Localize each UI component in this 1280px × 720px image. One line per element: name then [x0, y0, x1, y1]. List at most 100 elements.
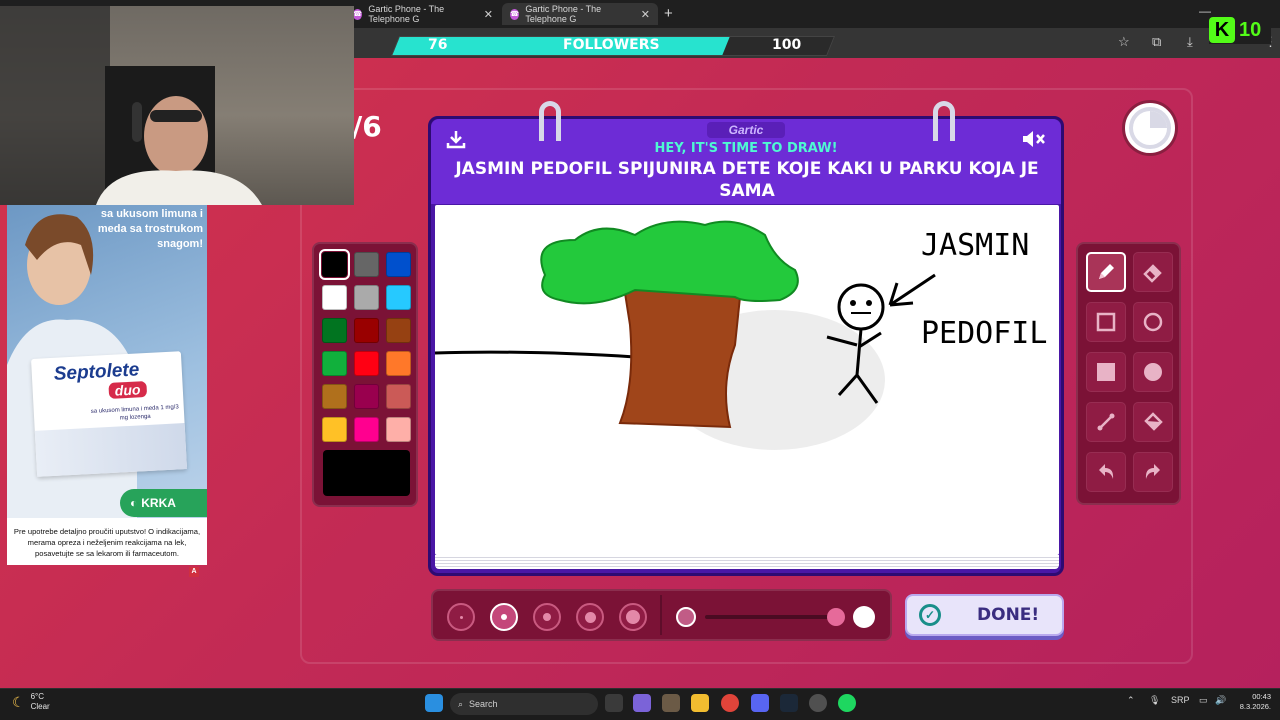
color-swatch[interactable]	[386, 318, 411, 343]
windows-start-icon[interactable]	[425, 694, 443, 712]
webcam-image	[0, 6, 262, 205]
weather-widget[interactable]: ☾ 6°C Clear	[12, 692, 50, 712]
ad-banner[interactable]: sa ukusom limuna i meda sa trostrukom sn…	[7, 205, 207, 565]
download-icon[interactable]: ⤓	[1187, 34, 1193, 50]
color-swatch[interactable]	[386, 417, 411, 442]
circle-filled-tool[interactable]	[1133, 352, 1173, 392]
chrome-icon[interactable]	[721, 694, 739, 712]
gartic-logo: Gartic	[707, 122, 785, 138]
color-swatch[interactable]	[319, 249, 350, 280]
line-tool[interactable]	[1086, 402, 1126, 442]
brush-size-4[interactable]	[576, 603, 604, 631]
network-icon[interactable]: ▭	[1199, 695, 1208, 706]
clock-date: 8.3.2026.	[1239, 702, 1271, 711]
brush-size-2[interactable]	[490, 603, 518, 631]
tray-overflow-icon[interactable]: ⌃	[1127, 695, 1135, 706]
clock-time: 00:43	[1252, 692, 1271, 701]
extensions-icon[interactable]: ⧉	[1152, 34, 1161, 50]
discord-icon[interactable]	[751, 694, 769, 712]
copilot-icon[interactable]	[633, 694, 651, 712]
fill-bucket-icon	[1144, 412, 1163, 431]
close-tab-icon[interactable]: ✕	[641, 8, 650, 21]
opacity-slider-track[interactable]	[705, 615, 839, 619]
rectangle-filled-tool[interactable]	[1086, 352, 1126, 392]
brush-size-5[interactable]	[619, 603, 647, 631]
color-swatch[interactable]	[386, 384, 411, 409]
tab-title: Gartic Phone - The Telephone G	[368, 4, 445, 24]
gartic-favicon-icon: ☎	[510, 8, 520, 20]
undo-tool[interactable]	[1086, 452, 1126, 492]
color-swatch[interactable]	[354, 285, 379, 310]
browser-tab[interactable]: ☎ Gartic Phone - The Telephone G ✕	[345, 3, 501, 25]
color-swatch[interactable]	[386, 285, 411, 310]
color-swatch[interactable]	[322, 351, 347, 376]
tab-title: Gartic Phone - The Telephone G	[525, 4, 602, 24]
search-placeholder: Search	[469, 699, 498, 709]
followers-current: 76	[428, 37, 448, 53]
volume-icon[interactable]: 🔊	[1215, 695, 1226, 706]
color-swatch[interactable]	[354, 318, 379, 343]
eraser-tool[interactable]	[1133, 252, 1173, 292]
task-view-icon[interactable]	[605, 694, 623, 712]
pencil-icon	[1099, 264, 1114, 279]
rectangle-outline-icon	[1096, 312, 1116, 332]
fill-bucket-tool[interactable]	[1133, 402, 1173, 442]
gartic-favicon-icon: ☎	[353, 8, 363, 20]
language-indicator[interactable]: SRP	[1171, 695, 1190, 705]
color-swatch[interactable]	[322, 285, 347, 310]
app-icon[interactable]	[662, 694, 680, 712]
taskbar-search[interactable]: ⌕ Search	[450, 693, 598, 715]
browser-tab-active[interactable]: ☎ Gartic Phone - The Telephone G ✕	[502, 3, 658, 25]
color-swatch[interactable]	[322, 417, 347, 442]
ad-headline: sa ukusom limuna i meda sa trostrukom sn…	[97, 208, 203, 250]
notebook-ring	[933, 101, 955, 141]
krka-label: KRKA	[141, 496, 176, 510]
pencil-tool[interactable]	[1086, 252, 1126, 292]
brush-size-1[interactable]	[447, 603, 475, 631]
new-tab-button[interactable]: +	[664, 5, 673, 22]
rectangle-outline-tool[interactable]	[1086, 302, 1126, 342]
spotify-icon[interactable]	[838, 694, 856, 712]
color-swatch[interactable]	[354, 252, 379, 277]
round-counter: /6	[352, 110, 382, 143]
opacity-max-icon	[853, 606, 875, 628]
drawing-canvas[interactable]: JASMIN PEDOFIL	[434, 205, 1059, 555]
done-label: DONE!	[977, 605, 1040, 625]
clock[interactable]: 00:43 8.3.2026.	[1233, 692, 1271, 712]
color-swatch[interactable]	[386, 252, 411, 277]
product-variant: duo	[108, 381, 147, 399]
color-palette	[312, 242, 418, 507]
color-swatch[interactable]	[354, 417, 379, 442]
eraser-icon	[1143, 264, 1162, 283]
prompt-header: Gartic HEY, IT'S TIME TO DRAW! JASMIN PE…	[431, 119, 1061, 204]
kick-badge: K 10	[1209, 16, 1271, 44]
steam-icon[interactable]	[780, 694, 798, 712]
redo-tool[interactable]	[1133, 452, 1173, 492]
obs-icon[interactable]	[809, 694, 827, 712]
color-swatch[interactable]	[386, 351, 411, 376]
kick-logo-icon: K	[1209, 17, 1235, 43]
krka-logo-icon: ◐	[130, 496, 138, 510]
drawing-label-1: JASMIN	[921, 228, 1029, 263]
color-swatch[interactable]	[322, 318, 347, 343]
tool-panel	[1076, 242, 1181, 505]
brush-size-3[interactable]	[533, 603, 561, 631]
close-tab-icon[interactable]: ✕	[484, 8, 493, 21]
circle-filled-icon	[1144, 363, 1162, 381]
opacity-min-icon	[676, 607, 696, 627]
color-swatch[interactable]	[354, 351, 379, 376]
followers-label: FOLLOWERS	[563, 37, 660, 53]
microphone-icon[interactable]: 🎙	[1149, 695, 1160, 706]
notebook-page-edge	[435, 555, 1059, 569]
current-color-preview	[323, 450, 410, 496]
done-button[interactable]: ✓ DONE!	[905, 594, 1064, 636]
circle-outline-tool[interactable]	[1133, 302, 1173, 342]
prompt-text: JASMIN PEDOFIL SPIJUNIRA DETE KOJE KAKI …	[455, 159, 1039, 201]
color-swatch[interactable]	[354, 384, 379, 409]
file-explorer-icon[interactable]	[691, 694, 709, 712]
color-swatch[interactable]	[322, 384, 347, 409]
bookmark-star-icon[interactable]: ☆	[1118, 34, 1130, 50]
timer-remaining-wedge	[1150, 111, 1167, 128]
opacity-slider-knob[interactable]	[827, 608, 845, 626]
controls-divider	[660, 595, 662, 635]
